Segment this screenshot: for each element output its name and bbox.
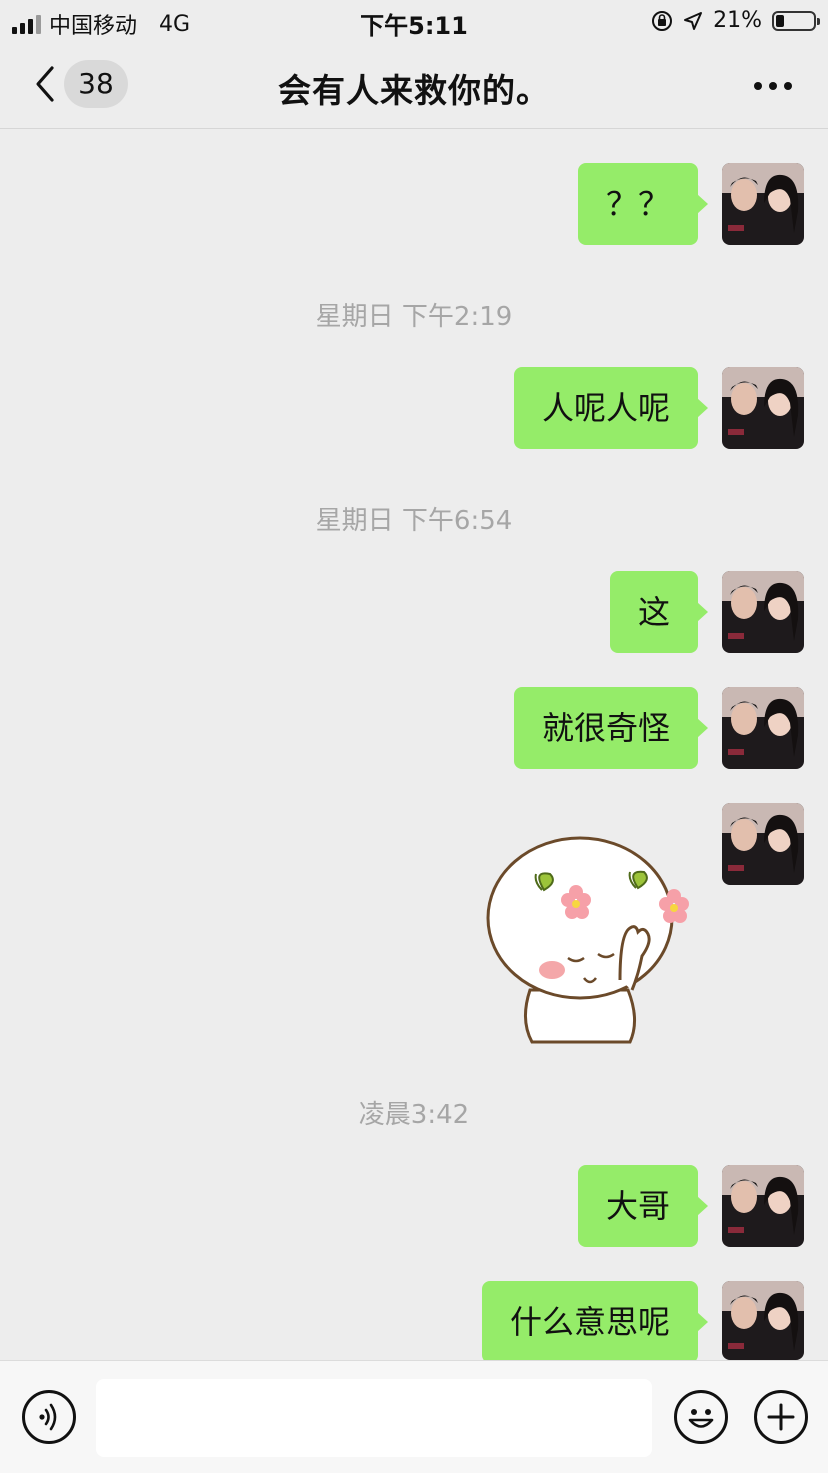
avatar[interactable] (722, 803, 804, 885)
input-bar (0, 1360, 828, 1473)
status-right: 21% (651, 8, 820, 33)
avatar[interactable] (722, 1281, 804, 1360)
message-bubble[interactable]: ？？ (577, 163, 709, 245)
couple-photo-icon (722, 687, 804, 769)
couple-photo-icon (722, 367, 804, 449)
battery-percent: 21% (713, 8, 762, 33)
couple-photo-icon (722, 1165, 804, 1247)
couple-photo-icon (722, 163, 804, 245)
voice-input-button[interactable] (22, 1390, 76, 1444)
battery-fill (776, 14, 784, 27)
cartoon-bun-sticker-icon[interactable] (480, 830, 695, 1045)
avatar[interactable] (722, 367, 804, 449)
emoji-button[interactable] (674, 1390, 728, 1444)
chat-title: 会有人来救你的。 (278, 71, 550, 110)
couple-photo-icon (722, 1281, 804, 1360)
message-bubble[interactable]: 大哥 (577, 1165, 709, 1247)
message-bubble[interactable]: 什么意思呢 (481, 1281, 709, 1363)
more-options-icon[interactable] (754, 82, 792, 90)
avatar[interactable] (722, 687, 804, 769)
message-input[interactable] (96, 1379, 652, 1457)
message-bubble[interactable]: 人呢人呢 (513, 367, 709, 449)
more-functions-button[interactable] (754, 1390, 808, 1444)
location-arrow-icon (684, 11, 703, 30)
plus-icon (767, 1403, 795, 1431)
rotation-lock-icon (652, 10, 673, 31)
avatar[interactable] (722, 163, 804, 245)
battery-icon (772, 10, 820, 31)
avatar[interactable] (722, 1165, 804, 1247)
avatar[interactable] (722, 571, 804, 653)
timestamp-label: 星期日 下午2:19 (315, 302, 513, 332)
message-bubble[interactable]: 就很奇怪 (513, 687, 709, 769)
chat-header: 38 会有人来救你的。 (0, 44, 828, 129)
voice-icon (39, 1403, 57, 1431)
couple-photo-icon (722, 803, 804, 885)
smiley-face-icon (688, 1409, 714, 1428)
status-bar: 中国移动 4G 下午5:11 21% (0, 0, 828, 44)
couple-photo-icon (722, 571, 804, 653)
timestamp-label: 星期日 下午6:54 (315, 506, 513, 536)
timestamp-label: 凌晨3:42 (358, 1100, 470, 1130)
message-bubble[interactable]: 这 (609, 571, 709, 653)
